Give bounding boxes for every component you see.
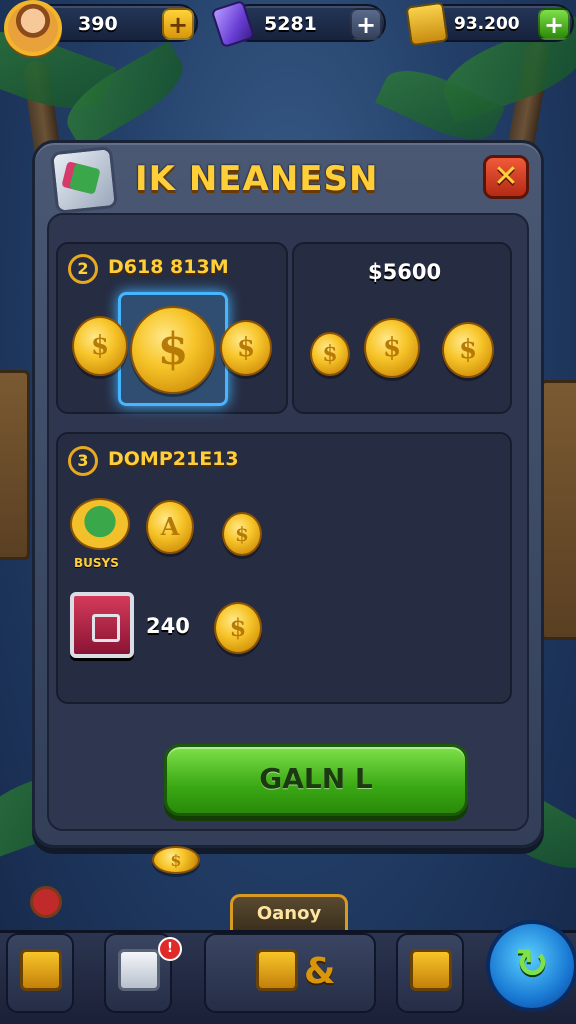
section-1-price: $5600 — [368, 260, 442, 284]
crate-icon — [20, 949, 62, 991]
notification-badge: ! — [158, 937, 182, 961]
shop-crate-icon — [256, 949, 298, 991]
coin-icon[interactable]: $ — [72, 316, 128, 376]
nav-cards[interactable]: ! — [104, 933, 182, 1013]
nav-chest[interactable] — [396, 933, 464, 1013]
add-cash-button[interactable]: + — [538, 8, 570, 40]
section-1-label: D618 813M — [108, 256, 229, 278]
section-2-number: 3 — [68, 446, 98, 476]
add-gems-button[interactable]: + — [350, 8, 382, 40]
chest-icon[interactable] — [70, 592, 134, 658]
big-coin-icon[interactable]: $ — [130, 306, 216, 394]
coin-icon[interactable]: $ — [214, 602, 262, 654]
gem-value: 5281 — [264, 13, 317, 35]
coin-icon[interactable]: $ — [222, 512, 262, 556]
coin-icon[interactable]: A — [146, 500, 194, 554]
add-gold-button[interactable]: + — [162, 8, 194, 40]
resource-bar: 390 + 5281 + 93.200 + — [0, 0, 576, 56]
section-2-label: DOMP21E13 — [108, 448, 239, 470]
center-tab-label[interactable]: Oanoy — [230, 894, 348, 932]
action-icon: & — [304, 951, 336, 992]
shop-box-icon — [49, 145, 119, 215]
nav-shop[interactable]: & — [204, 933, 376, 1013]
heart-marker-icon — [30, 886, 62, 918]
refresh-button[interactable]: ↻ — [486, 920, 576, 1012]
section-1-number: 2 — [68, 254, 98, 284]
chest-count: 240 — [146, 614, 190, 638]
cash-icon — [405, 1, 449, 47]
chest-nav-icon — [410, 949, 452, 991]
gold-value: 390 — [78, 13, 118, 35]
coin-icon[interactable]: $ — [442, 322, 494, 378]
panel-title: IK NEANESN — [135, 159, 379, 199]
coin-icon[interactable]: $ — [310, 332, 350, 376]
section-2 — [56, 432, 512, 704]
coin-icon: $ — [152, 846, 200, 874]
coin-icon[interactable]: $ — [364, 318, 420, 378]
close-button[interactable]: ✕ — [483, 155, 529, 199]
cash-pile-icon[interactable] — [70, 498, 130, 550]
cards-icon — [118, 949, 160, 991]
coin-icon[interactable]: $ — [220, 320, 272, 376]
cash-value: 93.200 — [454, 14, 520, 34]
player-avatar[interactable] — [4, 0, 62, 56]
nav-crates[interactable] — [6, 933, 74, 1013]
claim-button[interactable]: GALN L — [164, 744, 468, 816]
cash-pile-label: BUSYS — [74, 556, 119, 570]
